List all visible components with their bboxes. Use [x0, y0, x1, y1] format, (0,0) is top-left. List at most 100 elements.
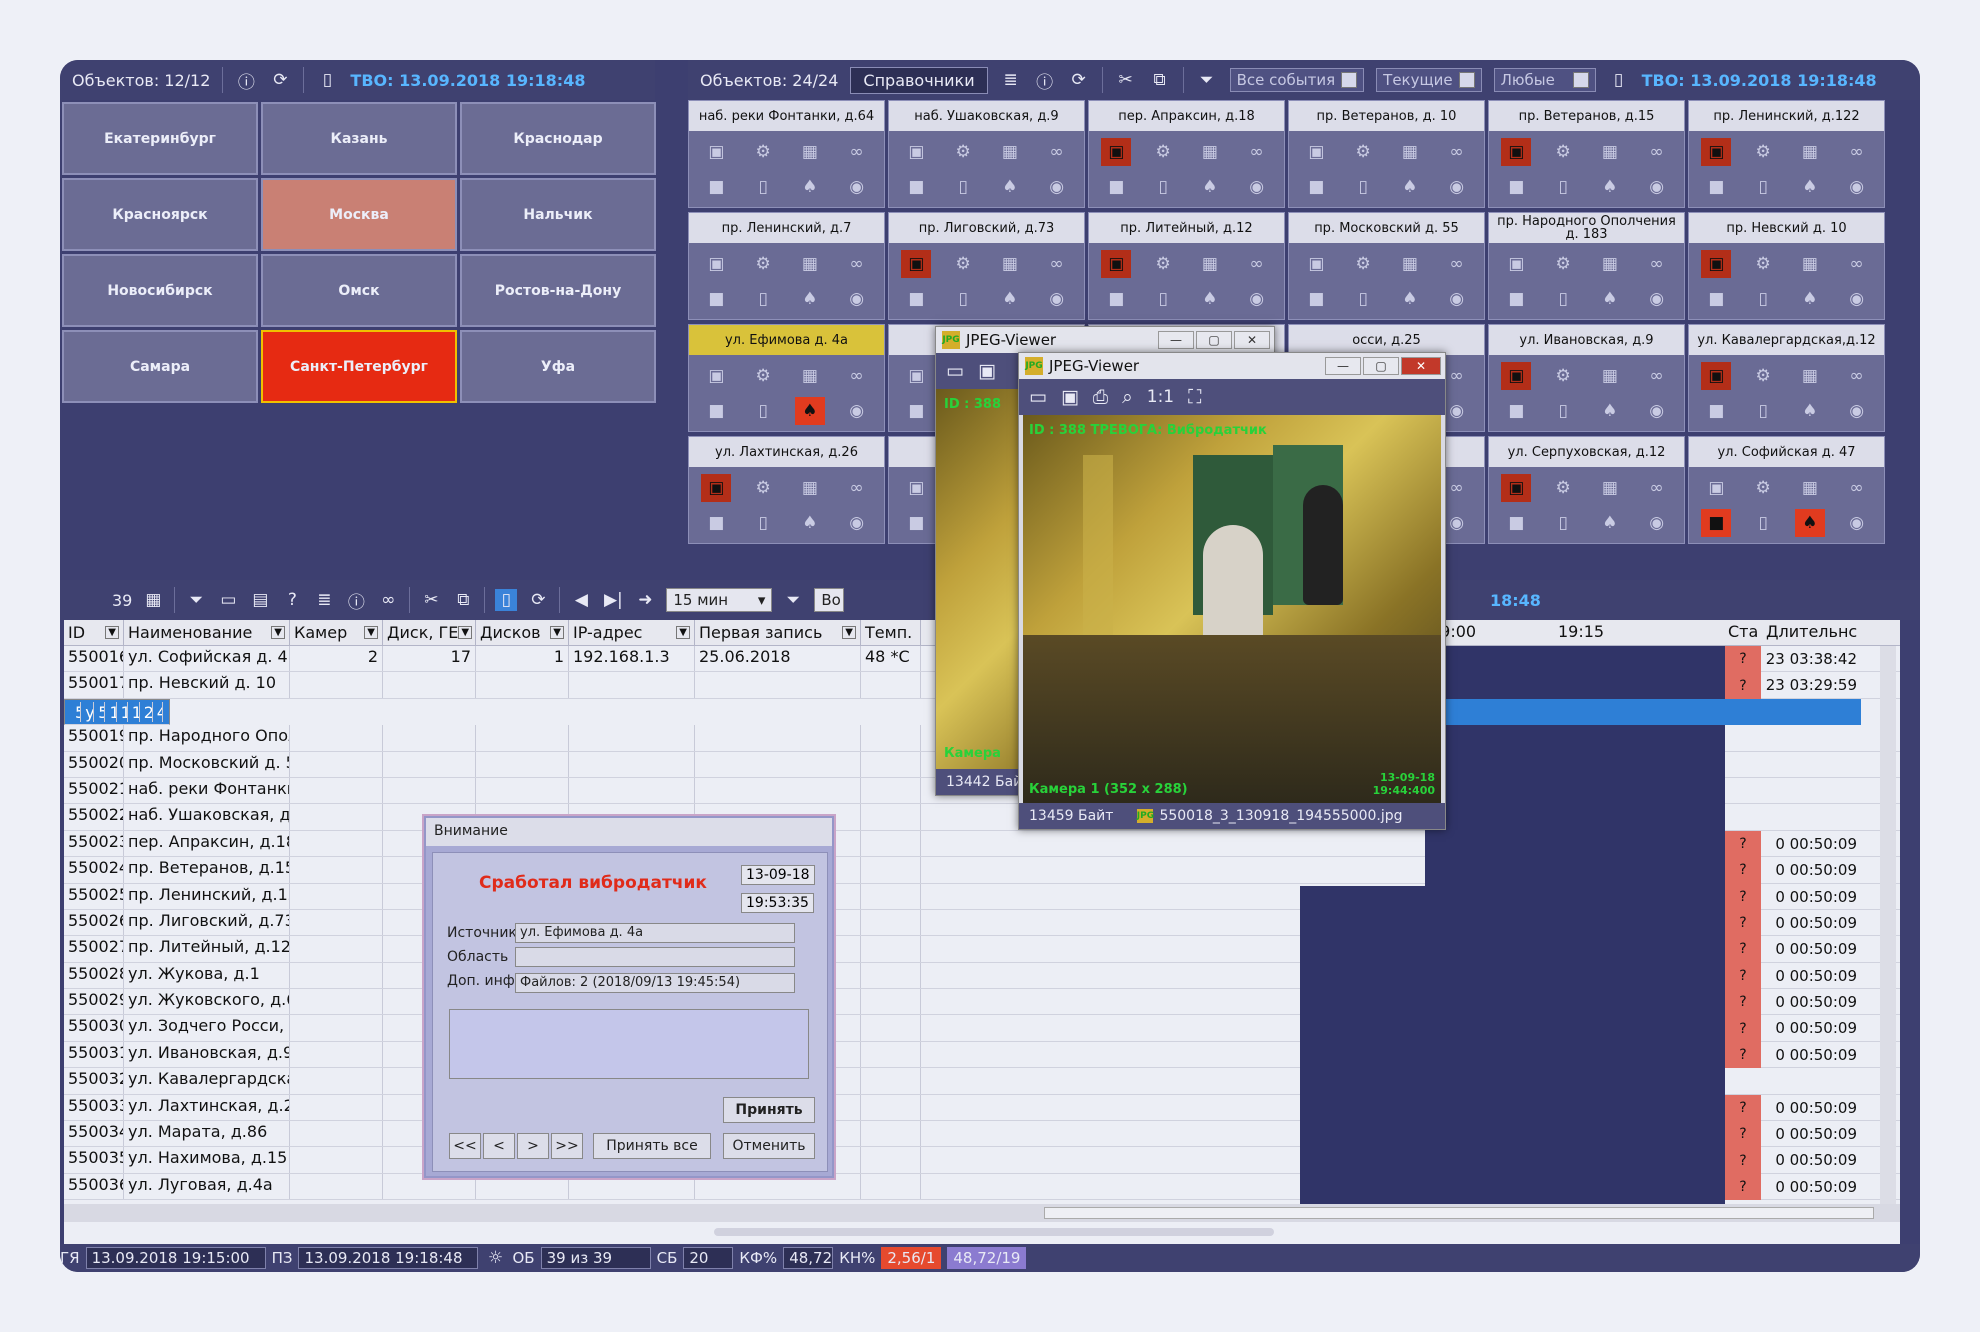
object-tile[interactable]: ул. Кавалергардская,д.12 ▣ ⚙ ▦ ∞ ■ ▯ ♠ ◉: [1688, 324, 1885, 432]
close-icon[interactable]: ✕: [1401, 357, 1441, 375]
monitor-icon[interactable]: ▣: [901, 138, 931, 166]
sensor-icon[interactable]: ◉: [1442, 509, 1472, 537]
sensor-icon[interactable]: ◉: [842, 285, 872, 313]
document-icon[interactable]: ▤: [249, 589, 271, 611]
film-icon[interactable]: ▦: [795, 474, 825, 502]
sensor-icon[interactable]: ◉: [1842, 173, 1872, 201]
bell-icon[interactable]: ♠: [795, 509, 825, 537]
sensor-icon[interactable]: ◉: [1242, 285, 1272, 313]
column-header[interactable]: IP-адрес ▼: [569, 620, 695, 645]
refresh-icon[interactable]: ⟳: [269, 69, 291, 91]
film-icon[interactable]: ▦: [995, 138, 1025, 166]
tape-icon[interactable]: ∞: [1242, 250, 1272, 278]
object-tile[interactable]: ул. Ивановская, д.9 ▣ ⚙ ▦ ∞ ■ ▯ ♠ ◉: [1488, 324, 1685, 432]
tape-icon[interactable]: ∞: [1642, 250, 1672, 278]
column-header[interactable]: Наименование ▼: [124, 620, 290, 645]
object-tile[interactable]: наб. Ушаковская, д.9 ▣ ⚙ ▦ ∞ ■ ▯ ♠ ◉: [888, 100, 1085, 208]
tape-icon[interactable]: ∞: [1042, 138, 1072, 166]
tape-icon[interactable]: ∞: [1442, 250, 1472, 278]
object-tile[interactable]: пр. Московский д. 55 ▣ ⚙ ▦ ∞ ■ ▯ ♠ ◉: [1288, 212, 1485, 320]
column-header[interactable]: ID ▼: [64, 620, 124, 645]
camera-icon[interactable]: ■: [701, 509, 731, 537]
camera-icon[interactable]: ■: [701, 397, 731, 425]
bell-icon[interactable]: ♠: [1195, 173, 1225, 201]
tape-icon[interactable]: ∞: [842, 362, 872, 390]
info-icon[interactable]: ⓘ: [235, 69, 257, 93]
camera-icon[interactable]: ■: [901, 285, 931, 313]
tape-icon[interactable]: ∞: [1842, 362, 1872, 390]
gear-icon[interactable]: ⚙: [1548, 362, 1578, 390]
interval-select[interactable]: 15 мин ▾: [666, 588, 773, 612]
camera-icon[interactable]: ■: [1501, 509, 1531, 537]
door-icon[interactable]: ▯: [1548, 173, 1578, 201]
list-icon[interactable]: ≣: [313, 589, 335, 611]
sensor-icon[interactable]: ◉: [842, 173, 872, 201]
grid-icon[interactable]: ▦: [142, 589, 164, 611]
checkbox[interactable]: [1458, 72, 1475, 88]
sensor-icon[interactable]: ◉: [1442, 173, 1472, 201]
comment-textarea[interactable]: [449, 1009, 809, 1079]
monitor-icon[interactable]: ▣: [1301, 138, 1331, 166]
sensor-icon[interactable]: ◉: [842, 397, 872, 425]
print-icon[interactable]: ⎙: [1093, 386, 1108, 408]
object-tile[interactable]: пер. Апраксин, д.18 ▣ ⚙ ▦ ∞ ■ ▯ ♠ ◉: [1088, 100, 1285, 208]
splitter[interactable]: [64, 1222, 1900, 1244]
bell-icon[interactable]: ♠: [1795, 397, 1825, 425]
info-icon[interactable]: ⓘ: [345, 589, 367, 613]
film-icon[interactable]: ▦: [1195, 250, 1225, 278]
sensor-icon[interactable]: ◉: [1642, 397, 1672, 425]
tape-icon[interactable]: ∞: [1842, 250, 1872, 278]
city-tile[interactable]: Нальчик: [460, 178, 656, 251]
filter-any[interactable]: Любые: [1493, 68, 1596, 92]
save-icon[interactable]: ▣: [1061, 386, 1079, 408]
monitor-icon[interactable]: ▣: [1701, 249, 1732, 278]
sensor-icon[interactable]: ◉: [1642, 285, 1672, 313]
column-header[interactable]: Первая запись ▼: [695, 620, 861, 645]
tape-icon[interactable]: ∞: [1442, 138, 1472, 166]
camera-icon[interactable]: ■: [1101, 173, 1131, 201]
film-icon[interactable]: ▦: [1795, 474, 1825, 502]
city-tile[interactable]: Москва: [261, 178, 457, 251]
door-icon[interactable]: ▯: [1548, 509, 1578, 537]
film-icon[interactable]: ▦: [995, 250, 1025, 278]
bell-icon[interactable]: ♠: [1595, 509, 1625, 537]
door-icon[interactable]: ▯: [1148, 173, 1178, 201]
link-icon[interactable]: ∞: [377, 589, 399, 611]
maximize-icon[interactable]: ▢: [1363, 357, 1399, 375]
tape-icon[interactable]: ∞: [1642, 474, 1672, 502]
scissors-icon[interactable]: ✂: [1115, 69, 1137, 91]
sensor-icon[interactable]: ◉: [1442, 285, 1472, 313]
book-icon[interactable]: ▯: [1608, 69, 1630, 91]
file-active-icon[interactable]: ▯: [495, 589, 518, 611]
door-icon[interactable]: ▯: [1748, 397, 1778, 425]
camera-icon[interactable]: ■: [701, 285, 731, 313]
gear-icon[interactable]: ⚙: [1748, 250, 1778, 278]
city-tile[interactable]: Краснодар: [460, 102, 656, 175]
monitor-icon[interactable]: ▣: [1701, 137, 1732, 166]
bell-icon[interactable]: ♠: [995, 173, 1025, 201]
city-tile[interactable]: Новосибирск: [62, 254, 258, 327]
checkbox[interactable]: [1572, 72, 1589, 88]
bell-icon[interactable]: ♠: [1595, 397, 1625, 425]
tape-icon[interactable]: ∞: [842, 138, 872, 166]
refresh-icon[interactable]: ⟳: [1068, 69, 1090, 91]
door-icon[interactable]: ▯: [1748, 509, 1778, 537]
camera-icon[interactable]: ■: [1701, 397, 1731, 425]
city-tile-active[interactable]: Санкт-Петербург: [261, 330, 457, 403]
film-icon[interactable]: ▦: [1595, 362, 1625, 390]
monitor-icon[interactable]: ▣: [701, 473, 732, 502]
city-tile[interactable]: Красноярск: [62, 178, 258, 251]
gear-icon[interactable]: ⚙: [1548, 474, 1578, 502]
book-icon[interactable]: ▯: [316, 69, 338, 91]
tape-icon[interactable]: ∞: [1842, 474, 1872, 502]
monitor-icon[interactable]: ▣: [1701, 361, 1732, 390]
filter-all-events[interactable]: Все события: [1229, 68, 1365, 92]
monitor-icon[interactable]: ▣: [701, 362, 731, 390]
vo-field[interactable]: Во: [814, 588, 845, 612]
tape-icon[interactable]: ∞: [1242, 138, 1272, 166]
gear-icon[interactable]: ⚙: [948, 138, 978, 166]
door-icon[interactable]: ▯: [1348, 285, 1378, 313]
last-button[interactable]: >>: [551, 1133, 583, 1159]
object-tile[interactable]: пр. Ленинский, д.7 ▣ ⚙ ▦ ∞ ■ ▯ ♠ ◉: [688, 212, 885, 320]
copy-icon[interactable]: ⧉: [1149, 69, 1171, 91]
